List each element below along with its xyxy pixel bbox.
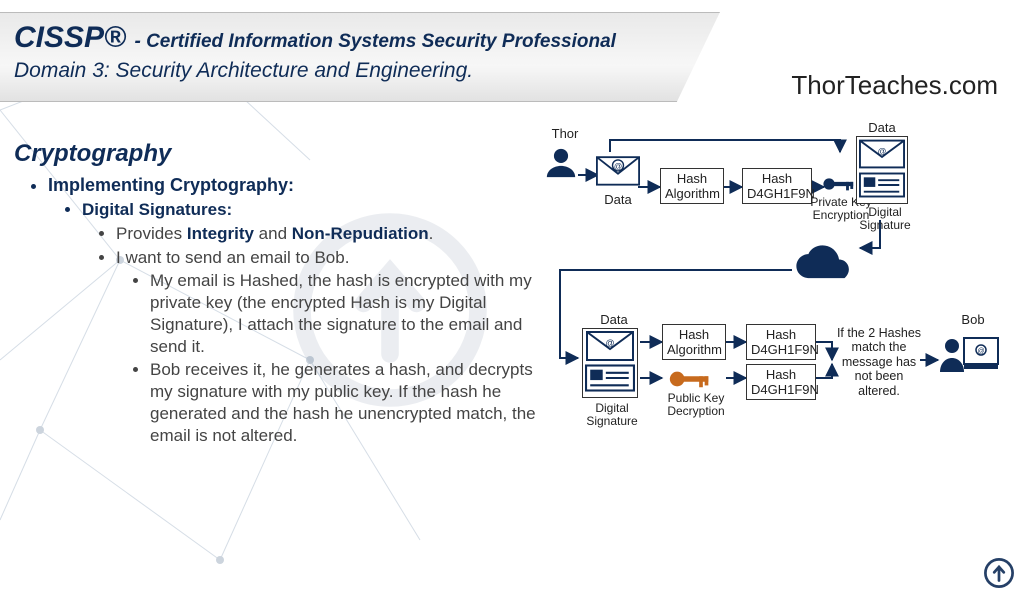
svg-text:@: @ (878, 146, 887, 156)
user-at-computer-icon: @ (940, 332, 1000, 382)
envelope-small-icon: @ (585, 331, 635, 361)
signature-diagram: Thor @ Data Hash Algorithm Hash D4GH1F9N… (540, 120, 1020, 580)
bullet-implementing: Implementing Cryptography: (48, 174, 544, 197)
key-icon-public (668, 368, 712, 390)
digital-signature-label-bottom: Digital Signature (574, 402, 650, 428)
hash-algorithm-box-top: Hash Algorithm (660, 168, 724, 204)
bullet-digital-signatures: Digital Signatures: (82, 199, 544, 221)
user-icon (544, 146, 578, 180)
cloud-icon (792, 242, 862, 288)
match-text: If the 2 Hashes match the message has no… (836, 326, 922, 398)
title-main: CISSP® (14, 21, 126, 54)
hash-value-box-bottom1: Hash D4GH1F9N (746, 324, 816, 360)
data-label-top: Data (596, 192, 640, 207)
bullet-step-receive: Bob receives it, he generates a hash, an… (150, 359, 544, 446)
title-sub: - Certified Information Systems Security… (134, 31, 615, 52)
signed-package-bottom: @ (582, 328, 638, 398)
domain-line: Domain 3: Security Architecture and Engi… (14, 59, 690, 83)
receiver-label: Bob (948, 312, 998, 327)
svg-text:@: @ (605, 338, 614, 348)
hash-value-box-top: Hash D4GH1F9N (742, 168, 812, 204)
bullet-send-email: I want to send an email to Bob. (116, 247, 544, 269)
signature-card-icon (585, 364, 635, 392)
hash-algorithm-box-bottom: Hash Algorithm (662, 324, 726, 360)
envelope-icon: @ (596, 150, 640, 190)
data-label-bottom: Data (584, 312, 644, 327)
content-column: Cryptography Implementing Cryptography: … (14, 140, 544, 448)
brand-text: ThorTeaches.com (791, 70, 998, 101)
bullet-step-send: My email is Hashed, the hash is encrypte… (150, 270, 544, 357)
data-label-top-right: Data (852, 120, 912, 135)
title-banner: CISSP® - Certified Information Systems S… (0, 12, 720, 102)
public-key-label: Public Key Decryption (656, 392, 736, 418)
signed-package-top: @ (856, 136, 908, 204)
section-heading: Cryptography (14, 140, 544, 168)
sender-label: Thor (540, 126, 590, 141)
envelope-small-icon: @ (859, 139, 905, 169)
svg-text:@: @ (614, 162, 622, 171)
digital-signature-label-top: Digital Signature (850, 206, 920, 232)
key-icon (822, 174, 856, 194)
svg-text:@: @ (977, 348, 984, 355)
bullet-provides: Provides Integrity and Non-Repudiation. (116, 223, 544, 245)
hash-value-box-bottom2: Hash D4GH1F9N (746, 364, 816, 400)
signature-card-icon (859, 172, 905, 198)
